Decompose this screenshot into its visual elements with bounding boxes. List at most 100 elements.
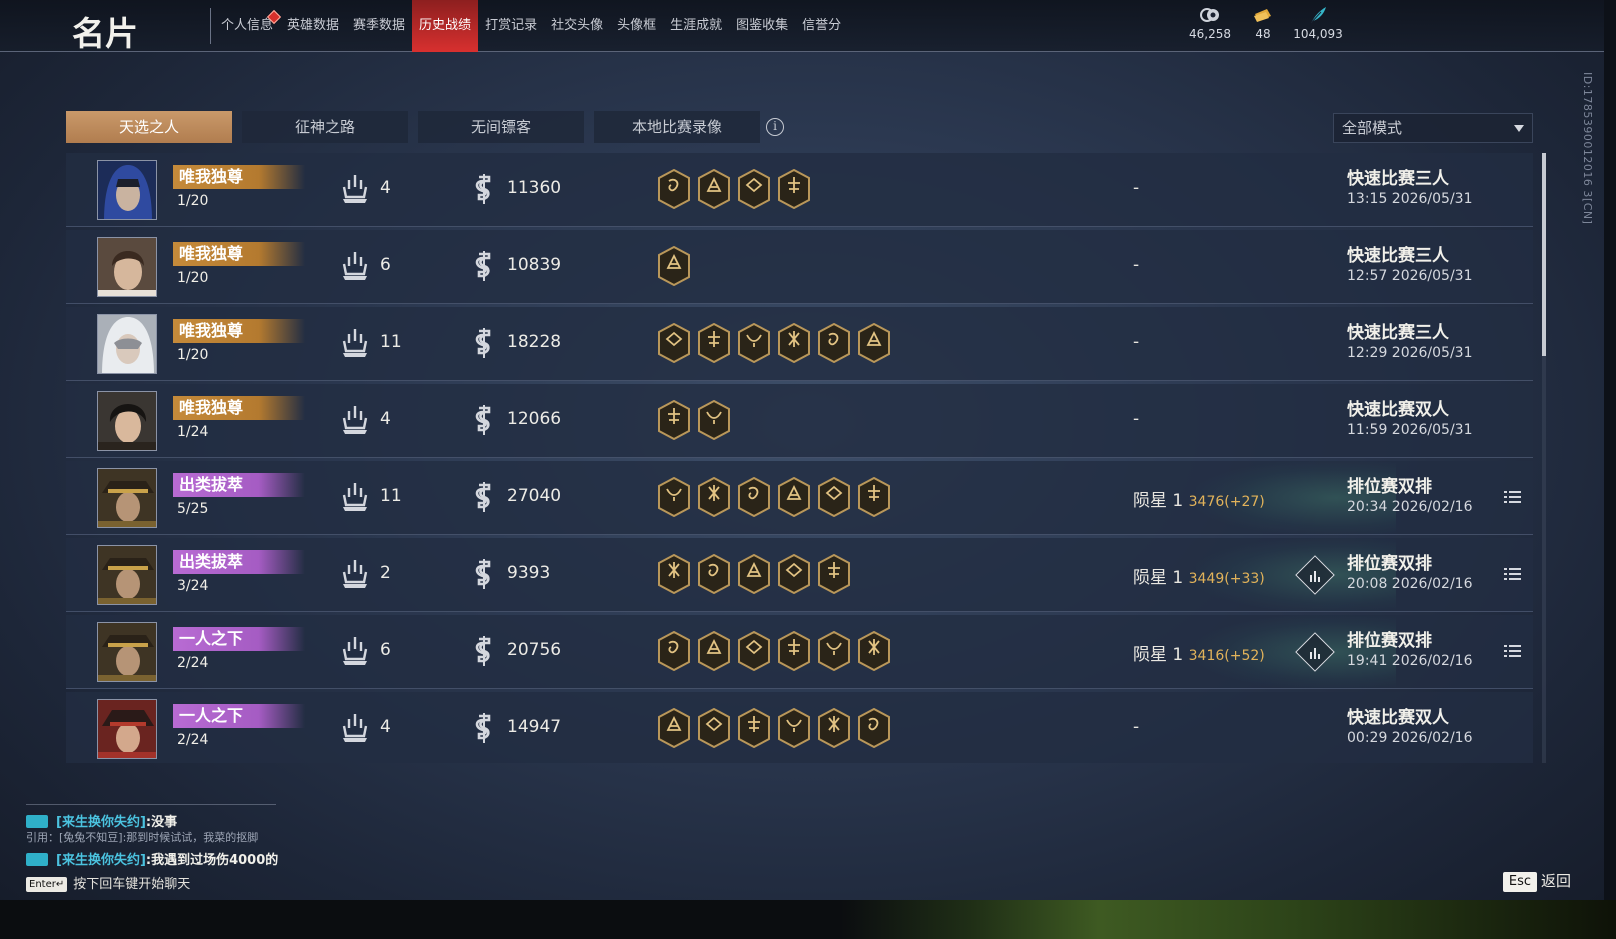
achievement-badge-icon[interactable]	[657, 630, 691, 672]
rank-score: 陨星 1 3476(+27)	[1133, 486, 1265, 511]
details-list-icon[interactable]	[1504, 489, 1521, 503]
nav-tab-label: 信誉分	[802, 18, 842, 33]
rank-title-badge: 出类拔萃	[173, 473, 305, 497]
achievement-badge-icon[interactable]	[657, 553, 691, 595]
achievement-badge-icon[interactable]	[697, 707, 731, 749]
achievement-badge-icon[interactable]	[657, 707, 691, 749]
rank-score: -	[1133, 717, 1139, 737]
damage-value: 11360	[507, 178, 562, 198]
chat-input-hint[interactable]: Enter↵ 按下回车键开始聊天	[26, 873, 190, 892]
achievement-badges	[657, 553, 857, 595]
rank-tier: 陨星 1	[1133, 568, 1184, 588]
achievement-badge-icon[interactable]	[777, 630, 811, 672]
mode-filter-dropdown[interactable]: 全部模式	[1333, 113, 1533, 143]
rank-tier: -	[1133, 178, 1140, 198]
nav-tab-6[interactable]: 头像框	[610, 0, 663, 52]
achievement-badge-icon[interactable]	[737, 630, 771, 672]
damage-value: 20756	[507, 640, 562, 660]
avatar	[97, 468, 157, 528]
nav-tab-0[interactable]: 个人信息	[214, 0, 282, 52]
rank-tier: -	[1133, 409, 1140, 429]
achievement-badge-icon[interactable]	[697, 553, 731, 595]
rank-score: -	[1133, 409, 1139, 429]
achievement-badge-icon[interactable]	[817, 476, 851, 518]
details-list-icon[interactable]	[1504, 643, 1521, 657]
background-scenery-strip	[0, 900, 1616, 939]
achievement-badge-icon[interactable]	[777, 168, 811, 210]
achievement-badge-icon[interactable]	[857, 707, 891, 749]
nav-tab-7[interactable]: 生涯成就	[663, 0, 729, 52]
match-row[interactable]: 唯我独尊 1/20 11 18228 - 快速比赛三人 12:29 2026/05/31	[66, 307, 1533, 381]
achievement-badge-icon[interactable]	[697, 399, 731, 441]
rank-score: -	[1133, 332, 1139, 352]
nav-tab-9[interactable]: 信誉分	[795, 0, 848, 52]
match-row[interactable]: 一人之下 2/24 4 14947 - 快速比赛双人 00:29 2026/02/16	[66, 692, 1533, 763]
achievement-badge-icon[interactable]	[737, 168, 771, 210]
nav-tab-8[interactable]: 图鉴收集	[729, 0, 795, 52]
achievement-badge-icon[interactable]	[777, 553, 811, 595]
achievement-badge-icon[interactable]	[777, 476, 811, 518]
match-row[interactable]: 唯我独尊 1/20 4 11360 - 快速比赛三人 13:15 2026/05/31	[66, 153, 1533, 227]
match-row[interactable]: 唯我独尊 1/20 6 10839 - 快速比赛三人 12:57 2026/05/31	[66, 230, 1533, 304]
avatar	[97, 622, 157, 682]
nav-tab-4[interactable]: 打赏记录	[478, 0, 544, 52]
kills-count: 6	[380, 255, 391, 275]
chat-hint-text: 按下回车键开始聊天	[73, 877, 191, 892]
damage-value: 14947	[507, 717, 562, 737]
achievement-badge-icon[interactable]	[777, 322, 811, 364]
achievement-badges	[657, 399, 737, 441]
chat-sender[interactable]: [来生换你失约]	[56, 853, 146, 868]
achievement-badge-icon[interactable]	[657, 322, 691, 364]
player-id-watermark: ID:1785390012016 3[CN]	[1581, 72, 1594, 225]
achievement-badge-icon[interactable]	[857, 476, 891, 518]
placement: 1/20	[177, 193, 209, 209]
achievement-badge-icon[interactable]	[697, 476, 731, 518]
back-button[interactable]: Esc 返回	[1503, 870, 1571, 892]
nav-tab-3[interactable]: 历史战绩	[412, 0, 479, 52]
info-icon[interactable]: i	[766, 118, 784, 136]
achievement-badge-icon[interactable]	[737, 322, 771, 364]
nav-tab-1[interactable]: 英雄数据	[280, 0, 346, 52]
kills-icon	[340, 173, 370, 205]
mode-tab-2[interactable]: 无间镖客	[418, 111, 584, 143]
achievement-badge-icon[interactable]	[697, 168, 731, 210]
mode-tab-3[interactable]: 本地比赛录像	[594, 111, 760, 143]
damage-icon	[471, 250, 497, 282]
match-row[interactable]: 唯我独尊 1/24 4 12066 - 快速比赛双人 11:59 2026/05/31	[66, 384, 1533, 458]
mode-tab-0[interactable]: 天选之人	[66, 111, 232, 143]
kills-count: 2	[380, 563, 391, 583]
chat-channel-icon	[26, 853, 48, 866]
rank-title-badge: 一人之下	[173, 627, 305, 651]
achievement-badge-icon[interactable]	[657, 399, 691, 441]
achievement-badge-icon[interactable]	[817, 322, 851, 364]
nav-tab-5[interactable]: 社交头像	[544, 0, 610, 52]
achievement-badge-icon[interactable]	[657, 168, 691, 210]
match-row[interactable]: 一人之下 2/24 6 20756 陨星 1 3416(+52) 排位赛双排 19:41 2…	[66, 615, 1533, 689]
achievement-badge-icon[interactable]	[697, 322, 731, 364]
details-list-icon[interactable]	[1504, 566, 1521, 580]
rank-score: -	[1133, 255, 1139, 275]
achievement-badge-icon[interactable]	[817, 630, 851, 672]
achievement-badge-icon[interactable]	[817, 553, 851, 595]
achievement-badge-icon[interactable]	[657, 245, 691, 287]
damage-icon	[471, 481, 497, 513]
chat-sender[interactable]: [来生换你失约]	[56, 815, 146, 830]
achievement-badge-icon[interactable]	[697, 630, 731, 672]
damage-value: 12066	[507, 409, 562, 429]
top-bar: 名片 个人信息 英雄数据 赛季数据 历史战绩 打赏记录 社交头像 头像框 生涯成就 图鉴收集 信誉…	[0, 0, 1604, 53]
match-row[interactable]: 出类拔萃 5/25 11 27040 陨星 1 3476(+27) 排位赛双排 20:34 …	[66, 461, 1533, 535]
achievement-badge-icon[interactable]	[777, 707, 811, 749]
achievement-badge-icon[interactable]	[857, 322, 891, 364]
scrollbar-thumb[interactable]	[1542, 153, 1546, 356]
achievement-badge-icon[interactable]	[817, 707, 851, 749]
ticket-icon	[1254, 9, 1271, 22]
achievement-badge-icon[interactable]	[737, 707, 771, 749]
achievement-badge-icon[interactable]	[657, 476, 691, 518]
achievement-badge-icon[interactable]	[857, 630, 891, 672]
mode-tab-1[interactable]: 征神之路	[242, 111, 408, 143]
achievement-badge-icon[interactable]	[737, 553, 771, 595]
nav-tab-2[interactable]: 赛季数据	[346, 0, 412, 52]
rank-tier: -	[1133, 332, 1140, 352]
match-row[interactable]: 出类拔萃 3/24 2 9393 陨星 1 3449(+33) 排位赛双排 20:08 20…	[66, 538, 1533, 612]
achievement-badge-icon[interactable]	[737, 476, 771, 518]
